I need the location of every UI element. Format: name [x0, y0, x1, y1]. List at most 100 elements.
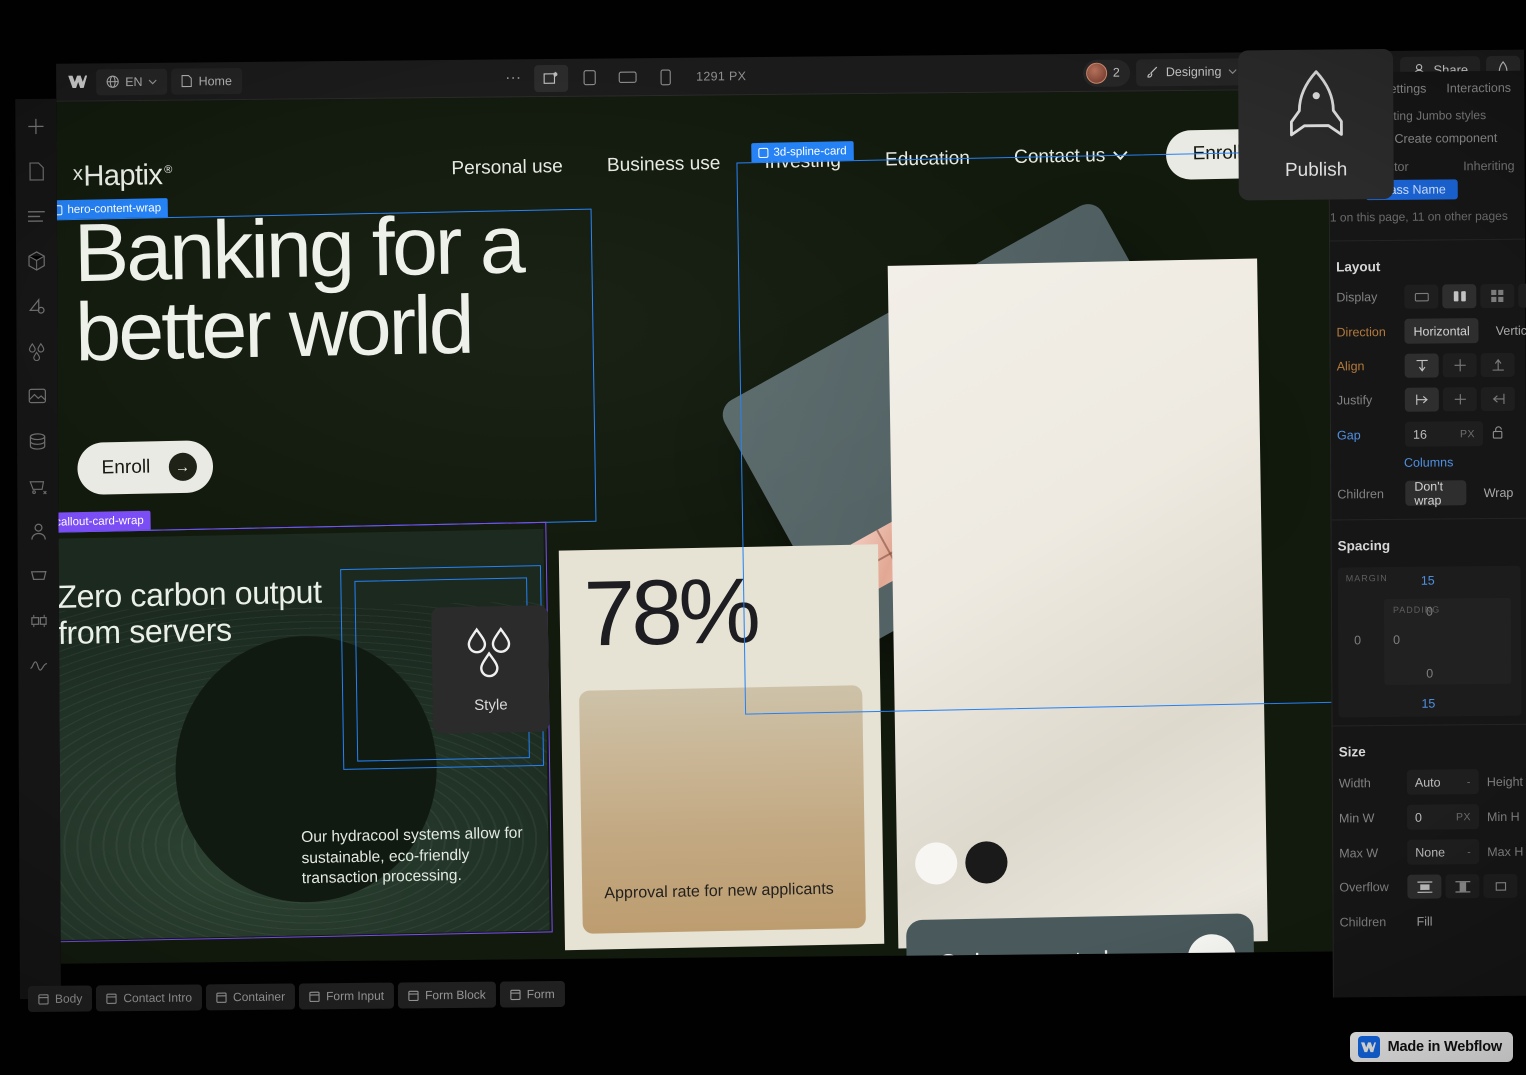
hero-enroll-button[interactable]: Enroll →	[77, 440, 213, 495]
color-swatch-dark[interactable]	[965, 841, 1008, 884]
site-logo[interactable]: xHaptix®	[73, 158, 172, 193]
components-icon[interactable]	[20, 244, 54, 278]
justify-start-icon[interactable]	[1405, 388, 1439, 412]
users-icon[interactable]	[21, 514, 55, 548]
style-popover[interactable]: Style	[431, 605, 549, 734]
block-icon[interactable]	[1404, 285, 1438, 309]
align-center-icon[interactable]	[1443, 353, 1477, 377]
children-dont-wrap-option[interactable]: Don't wrap	[1405, 480, 1466, 506]
children-wrap-option[interactable]: Wrap	[1475, 480, 1523, 505]
inline-block-icon[interactable]	[1518, 283, 1526, 307]
breadcrumb-item-contact-intro[interactable]: Contact Intro	[96, 984, 202, 1011]
breadcrumb-label: Contact Intro	[123, 991, 192, 1006]
columns-link[interactable]: Columns	[1331, 451, 1526, 477]
spacing-control[interactable]: MARGIN 15 0 15 PADDING 0 0 0	[1338, 566, 1522, 718]
nav-link-personal-use[interactable]: Personal use	[451, 156, 563, 180]
element-icon	[408, 990, 419, 1001]
overflow-hidden-icon[interactable]	[1445, 874, 1479, 898]
direction-vertical-option[interactable]: Vertical	[1487, 317, 1526, 343]
padding-label: PADDING	[1393, 605, 1440, 615]
add-element-icon[interactable]	[19, 109, 53, 143]
badge-label: 3d-spline-card	[773, 145, 846, 159]
min-width-input[interactable]: 0 PX	[1407, 804, 1479, 830]
canvas-settings-icon[interactable]	[534, 64, 568, 91]
ecommerce-icon[interactable]	[21, 469, 55, 503]
margin-bottom-value[interactable]: 15	[1421, 697, 1435, 711]
nav-label: Contact us	[1014, 145, 1106, 169]
pages-icon[interactable]	[19, 154, 53, 188]
arrow-right-icon: →	[1187, 934, 1236, 964]
collaborators-chip[interactable]: 2	[1083, 59, 1130, 86]
website-preview: xHaptix® Personal use Business use Inves…	[56, 90, 1335, 964]
mobile-breakpoint-icon[interactable]	[648, 63, 682, 90]
chevron-down-icon	[1113, 151, 1128, 161]
selection-badge-callout-card-wrap[interactable]: callout-card-wrap	[56, 511, 151, 532]
style-popover-label: Style	[474, 696, 508, 714]
grid-icon[interactable]	[1480, 284, 1514, 308]
overflow-scroll-icon[interactable]	[1483, 874, 1517, 898]
ellipsis-icon[interactable]: ···	[496, 65, 530, 92]
nav-link-contact-us[interactable]: Contact us	[1014, 145, 1129, 169]
breadcrumb-item-form-input[interactable]: Form Input	[299, 983, 394, 1010]
unlocked-icon[interactable]	[1491, 424, 1506, 442]
padding-top-value[interactable]: 0	[1426, 605, 1433, 619]
width-input[interactable]: Auto -	[1407, 769, 1479, 795]
overflow-label: Overflow	[1339, 880, 1399, 895]
breadcrumb-item-body[interactable]: Body	[28, 985, 92, 1012]
callout-body: Our hydracool systems allow for sustaina…	[301, 824, 533, 891]
selection-badge-hero-content-wrap[interactable]: hero-content-wrap	[56, 198, 168, 220]
justify-center-icon[interactable]	[1443, 387, 1477, 411]
webflow-logo-icon[interactable]	[62, 67, 92, 97]
locale-selector[interactable]: EN	[96, 68, 168, 95]
breadcrumb-item-form[interactable]: Form	[500, 981, 565, 1008]
flex-icon[interactable]	[1442, 284, 1476, 308]
selection-badge-3d-spline-card[interactable]: 3d-spline-card	[751, 141, 854, 162]
style-panel: Settings Interactions Inheriting Jumbo s…	[1328, 71, 1526, 998]
order-cta-button[interactable]: Order yours today →	[906, 913, 1255, 963]
max-width-unit: -	[1467, 846, 1471, 858]
cms-icon[interactable]	[20, 424, 54, 458]
align-start-icon[interactable]	[1405, 354, 1439, 378]
logic-icon[interactable]	[21, 559, 55, 593]
tablet-breakpoint-icon[interactable]	[572, 64, 606, 91]
apps-icon[interactable]	[21, 604, 55, 638]
direction-horizontal-option[interactable]: Horizontal	[1404, 318, 1478, 344]
min-height-label: Min H	[1487, 809, 1520, 823]
stat-card: 78% Approval rate for new applicants	[559, 544, 884, 950]
overflow-visible-icon[interactable]	[1407, 875, 1441, 899]
align-end-icon[interactable]	[1481, 353, 1515, 377]
desktop-breakpoint-icon[interactable]	[610, 64, 644, 91]
padding-left-value[interactable]: 0	[1393, 633, 1400, 647]
navigator-icon[interactable]	[19, 199, 53, 233]
breadcrumb-item-container[interactable]: Container	[206, 984, 295, 1011]
size-children-label: Children	[1340, 914, 1400, 929]
justify-options	[1405, 387, 1515, 412]
nav-link-business-use[interactable]: Business use	[607, 153, 721, 177]
made-in-webflow-badge[interactable]: Made in Webflow	[1350, 1032, 1513, 1062]
tab-interactions[interactable]: Interactions	[1446, 81, 1511, 96]
page-selector[interactable]: Home	[171, 67, 241, 94]
style-drops-icon[interactable]	[20, 334, 54, 368]
gap-value: 16	[1413, 427, 1427, 441]
assets-icon[interactable]	[20, 379, 54, 413]
variables-icon[interactable]	[20, 289, 54, 323]
gap-input[interactable]: 16 PX	[1405, 421, 1483, 447]
stat-caption: Approval rate for new applicants	[604, 880, 834, 905]
padding-bottom-value[interactable]: 0	[1426, 667, 1433, 681]
topbar-left-group: EN Home	[62, 65, 242, 97]
design-canvas[interactable]: xHaptix® Personal use Business use Inves…	[56, 90, 1335, 964]
element-icon	[216, 992, 227, 1003]
height-label: Height	[1487, 774, 1523, 788]
max-width-input[interactable]: None -	[1407, 839, 1479, 865]
publish-popover[interactable]: Publish	[1238, 49, 1394, 200]
color-swatch-light[interactable]	[915, 842, 958, 885]
mode-selector[interactable]: Designing	[1136, 58, 1247, 86]
size-children-fill-option[interactable]: Fill	[1408, 909, 1442, 934]
justify-end-icon[interactable]	[1481, 387, 1515, 411]
margin-top-value[interactable]: 15	[1421, 574, 1435, 588]
breadcrumb-item-form-block[interactable]: Form Block	[398, 982, 496, 1009]
audit-icon[interactable]	[22, 649, 56, 683]
nav-link-education[interactable]: Education	[885, 148, 970, 172]
display-property-row: Display	[1330, 279, 1525, 315]
margin-left-value[interactable]: 0	[1354, 633, 1361, 647]
